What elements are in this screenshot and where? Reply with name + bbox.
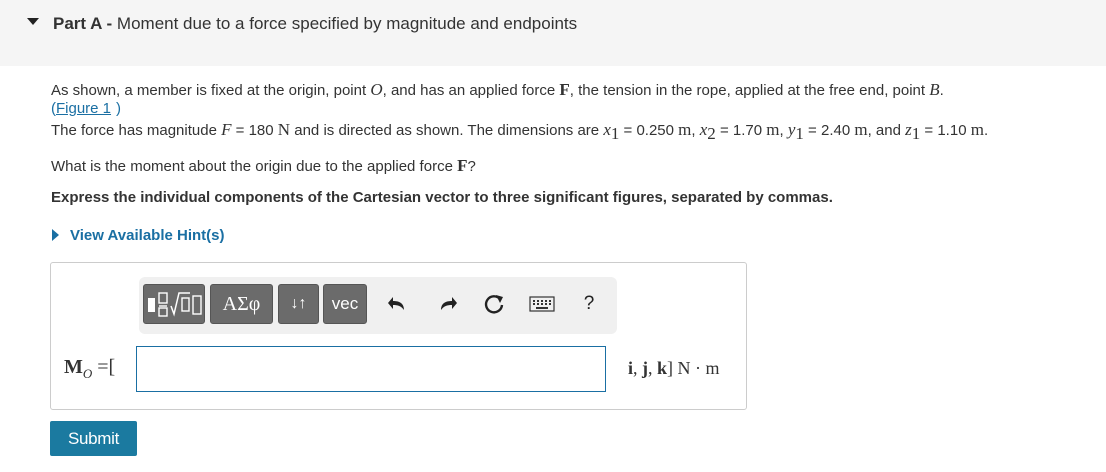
point-o: O xyxy=(370,80,383,99)
text: = 1.10 xyxy=(920,122,971,139)
vector-button[interactable]: vec xyxy=(323,284,367,324)
reset-icon[interactable] xyxy=(482,290,506,318)
text: , and has an applied force xyxy=(382,82,560,99)
unit-m: m xyxy=(766,120,780,139)
point-b: B xyxy=(929,80,940,99)
text: = 1.70 xyxy=(715,122,767,139)
unit-m: m xyxy=(970,120,984,139)
text: and is directed as shown. The dimensions… xyxy=(290,122,604,139)
unit-m: m xyxy=(854,120,868,139)
text: , xyxy=(779,122,788,139)
redo-icon[interactable] xyxy=(437,290,459,318)
part-label: Part A xyxy=(53,14,102,33)
moment-symbol: M xyxy=(64,356,83,378)
moment-label: MO =[ xyxy=(64,356,115,382)
equals-bracket: =[ xyxy=(92,356,116,378)
text: , xyxy=(691,122,700,139)
instruction-text: Express the individual components of the… xyxy=(51,189,833,206)
force-symbol: F xyxy=(559,80,570,99)
text: = 0.250 xyxy=(619,122,679,139)
question-text: What is the moment about the origin due … xyxy=(51,156,476,176)
text: . xyxy=(939,82,944,99)
moment-subscript: O xyxy=(82,366,93,381)
text: ? xyxy=(467,158,476,175)
help-icon[interactable]: ? xyxy=(581,290,597,318)
part-header: Part A - Moment due to a force specified… xyxy=(0,0,1106,66)
text: What is the moment about the origin due … xyxy=(51,158,458,175)
answer-units: i, j, k] N · m xyxy=(628,358,720,378)
submit-button[interactable]: Submit xyxy=(50,421,137,456)
collapse-triangle-icon[interactable] xyxy=(27,18,39,25)
text: As shown, a member is fixed at the origi… xyxy=(51,82,371,99)
undo-icon[interactable] xyxy=(386,290,408,318)
sub: 1 xyxy=(911,124,921,143)
problem-statement-1: As shown, a member is fixed at the origi… xyxy=(51,80,944,100)
problem-statement-2: The force has magnitude F = 180 N and is… xyxy=(51,120,988,144)
unit-n: N xyxy=(277,120,291,139)
text: , and xyxy=(867,122,906,139)
templates-button[interactable] xyxy=(143,284,205,324)
force-magnitude-symbol: F xyxy=(221,120,232,139)
part-separator: - xyxy=(101,14,117,33)
z1-symbol: z xyxy=(905,120,912,139)
unit-m: m xyxy=(678,120,692,139)
text: . xyxy=(983,122,989,139)
arrows-button[interactable]: ↓↑ xyxy=(278,284,319,324)
force-symbol: F xyxy=(457,156,468,175)
hint-expand-icon[interactable] xyxy=(52,229,59,241)
answer-input[interactable] xyxy=(136,346,606,392)
view-hints-link[interactable]: View Available Hint(s) xyxy=(70,227,225,244)
part-title-text: Moment due to a force specified by magni… xyxy=(116,14,578,33)
part-title: Part A - Moment due to a force specified… xyxy=(53,14,577,34)
x1-symbol: x xyxy=(603,120,611,139)
sub: 2 xyxy=(707,124,716,143)
templates-icon xyxy=(148,292,202,317)
figure-link[interactable]: Figure 1 xyxy=(56,100,111,117)
keyboard-icon[interactable] xyxy=(529,290,555,318)
text: The force has magnitude xyxy=(51,122,222,139)
text: , the tension in the rope, applied at th… xyxy=(569,82,930,99)
text: = 2.40 xyxy=(803,122,855,139)
greek-symbols-button[interactable]: ΑΣφ xyxy=(210,284,273,324)
text: = 180 xyxy=(231,122,278,139)
sub: 1 xyxy=(795,124,804,143)
paren-close: ) xyxy=(116,100,121,117)
